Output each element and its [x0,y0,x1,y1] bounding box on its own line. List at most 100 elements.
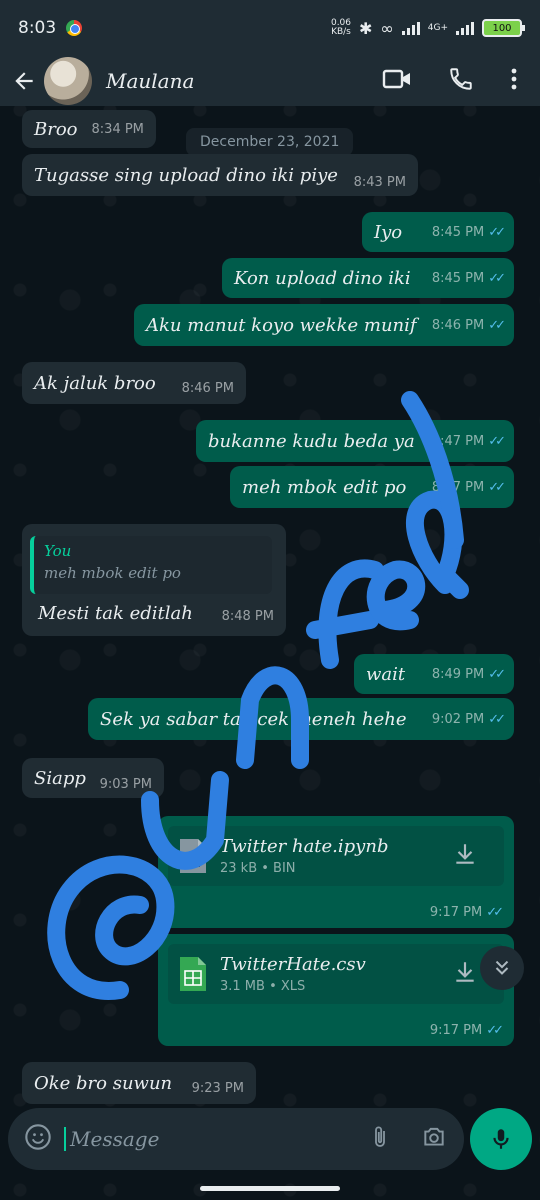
file-badge: BIN [185,860,201,870]
message-text: Kon upload dino iki [234,267,411,289]
message-time: 8:45 PM ✓✓ [431,224,506,240]
status-indicators: 0.06 KB/s ✱ ∞ 4G+ 100 [331,18,525,38]
time-label: 9:23 PM [191,1080,244,1096]
emoji-icon[interactable] [24,1123,52,1155]
message-incoming[interactable]: Siapp 9:03 PM [22,758,164,798]
net-speed-unit: KB/s [331,27,351,37]
time-label: 8:47 PM [431,433,485,449]
message-time: 8:48 PM [222,609,274,624]
time-label: 9:02 PM [431,711,485,727]
read-ticks-icon: ✓✓ [488,433,506,449]
read-ticks-icon: ✓✓ [488,666,506,682]
quote-text: meh mbok edit po [44,564,181,582]
read-ticks-icon: ✓✓ [488,224,506,240]
voice-message-button[interactable] [470,1108,532,1170]
message-text: Sek ya sabar tak cek meneh hehe [100,708,407,730]
file-message[interactable]: BIN Twitter hate.ipynb 23 kB • BIN 9:17 … [158,816,514,928]
scroll-to-bottom-button[interactable] [480,946,524,990]
network-type: 4G+ [427,23,448,33]
file-attachment[interactable]: TwitterHate.csv 3.1 MB • XLS [168,944,504,1004]
message-outgoing[interactable]: Sek ya sabar tak cek meneh hehe 9:02 PM ✓… [88,698,514,740]
more-options-icon[interactable] [510,67,518,95]
time-label: 8:45 PM [431,224,485,240]
attach-icon[interactable] [368,1123,392,1155]
message-text: Oke bro suwun [34,1072,173,1094]
message-list[interactable]: Broo 8:34 PM December 23, 2021 Tugasse s… [0,106,540,1106]
file-attachment[interactable]: BIN Twitter hate.ipynb 23 kB • BIN [168,826,504,886]
message-outgoing[interactable]: Iyo 8:45 PM ✓✓ [362,212,514,252]
time-label: 8:49 PM [431,666,485,682]
back-arrow-icon[interactable] [10,67,38,95]
signal-icon-2 [456,21,474,35]
file-info: TwitterHate.csv 3.1 MB • XLS [220,954,366,994]
file-info: Twitter hate.ipynb 23 kB • BIN [220,836,388,876]
message-outgoing[interactable]: bukanne kudu beda ya 8:47 PM ✓✓ [196,420,514,462]
message-time: 8:45 PM ✓✓ [431,270,506,286]
time-label: 8:48 PM [221,609,274,624]
double-chevron-down-icon [495,960,509,975]
time-label: 9:17 PM [429,1023,483,1038]
message-time: 9:03 PM [100,765,152,792]
message-incoming[interactable]: Broo 8:34 PM [22,110,156,148]
date-separator: December 23, 2021 [186,128,354,156]
chat-screen: 8:03 0.06 KB/s ✱ ∞ 4G+ 100 Maulana Broo … [0,0,540,1200]
bin-file-icon: BIN [180,839,206,873]
message-outgoing[interactable]: wait 8:49 PM ✓✓ [354,654,514,694]
message-time: 9:17 PM ✓✓ [430,905,504,920]
message-incoming[interactable]: Tugasse sing upload dino iki piye 8:43 P… [22,154,418,196]
message-text: Aku manut koyo wekke munif [146,314,417,336]
contact-name[interactable]: Maulana [106,69,194,93]
time-label: 8:47 PM [431,479,485,495]
time-label: 8:43 PM [353,174,406,190]
file-meta: 23 kB • BIN [220,861,296,876]
message-outgoing[interactable]: meh mbok edit po 8:47 PM ✓✓ [230,466,514,508]
download-icon[interactable] [452,959,478,989]
voice-call-icon[interactable] [448,66,474,96]
network-speed: 0.06 KB/s [331,19,351,37]
read-ticks-icon: ✓✓ [488,270,506,286]
gesture-nav-bar[interactable] [200,1186,340,1191]
read-ticks-icon: ✓✓ [488,479,506,495]
message-time: 8:34 PM [92,122,144,137]
message-text: Mesti tak editlah [38,603,193,624]
message-text: Broo [34,118,78,140]
message-time: 8:47 PM ✓✓ [431,479,506,495]
read-ticks-icon: ✓✓ [488,711,506,727]
link-icon: ∞ [380,18,394,38]
message-text: Ak jaluk broo [34,372,156,394]
time-label: 8:34 PM [91,121,144,137]
message-time: 8:46 PM [182,371,234,396]
message-time: 8:46 PM ✓✓ [431,317,506,333]
message-text: Siapp [34,767,86,789]
quote-author: You [44,542,72,560]
file-name: Twitter hate.ipynb [220,836,389,857]
message-composer[interactable]: Message [8,1108,464,1170]
quoted-message[interactable]: You meh mbok edit po [30,536,272,594]
time-label: 8:46 PM [181,380,234,396]
message-text: bukanne kudu beda ya [208,430,415,452]
read-ticks-icon: ✓✓ [488,317,506,333]
download-icon[interactable] [452,841,478,871]
message-incoming[interactable]: Oke bro suwun 9:23 PM [22,1062,256,1104]
message-text: Tugasse sing upload dino iki piye [34,164,338,186]
video-call-icon[interactable] [382,67,412,95]
time-label: 8:46 PM [431,317,485,333]
battery-level: 100 [492,22,512,34]
message-time: 8:47 PM ✓✓ [431,433,506,449]
message-incoming[interactable]: Ak jaluk broo 8:46 PM [22,362,246,404]
file-name: TwitterHate.csv [220,954,366,975]
time-label: 8:45 PM [431,270,485,286]
message-text: meh mbok edit po [242,476,407,498]
camera-icon[interactable] [420,1124,448,1154]
message-input[interactable]: Message [64,1127,159,1151]
message-outgoing[interactable]: Aku manut koyo wekke munif 8:46 PM ✓✓ [134,304,514,346]
message-time: 9:23 PM [192,1071,244,1096]
read-ticks-icon: ✓✓ [486,1023,504,1038]
composer-actions [368,1123,448,1155]
message-text: wait [366,663,406,685]
bluetooth-icon: ✱ [359,18,373,38]
avatar[interactable] [44,57,92,105]
message-outgoing[interactable]: Kon upload dino iki 8:45 PM ✓✓ [222,258,514,298]
file-message[interactable]: TwitterHate.csv 3.1 MB • XLS 9:17 PM ✓✓ [158,934,514,1046]
signal-icon [401,21,420,35]
